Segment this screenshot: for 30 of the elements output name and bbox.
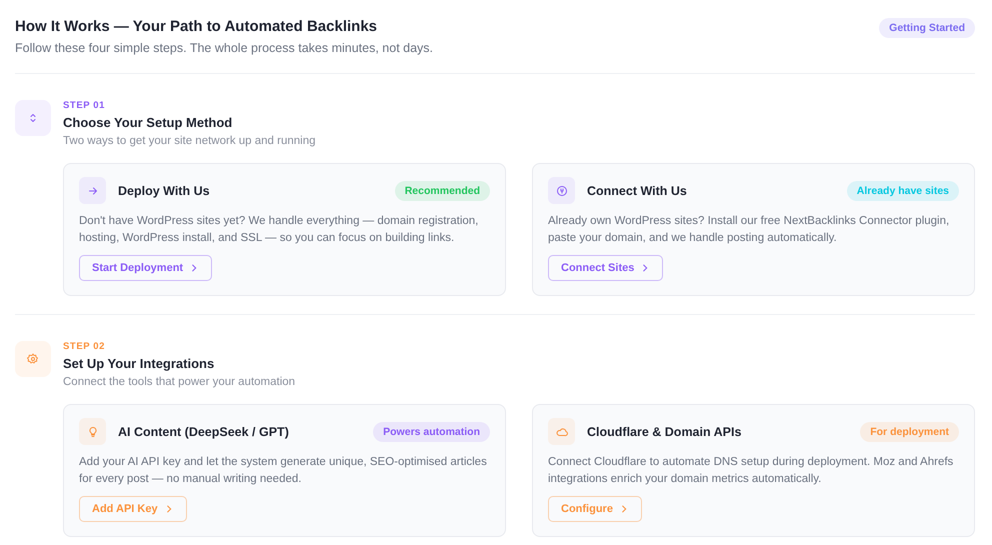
card-title: Cloudflare & Domain APIs [587,424,742,438]
card-description: Connect Cloudflare to automate DNS setup during deployment. Moz and Ahrefs integrations enrich your domain metrics automatically. [548,455,954,487]
step-subtitle: Connect the tools that power your automation [63,376,296,388]
card-description: Add your AI API key and let the system generate unique, SEO-optimised articles for every post — no manual writing needed. [79,455,488,487]
card-title: AI Content (DeepSeek / GPT) [118,424,290,438]
step-label: STEP 02 [63,341,106,352]
status-badge: Getting Started [879,18,975,38]
arrow-right-icon [86,184,98,196]
action-button[interactable]: Add API Key [79,496,187,522]
settings-icon [27,353,39,365]
card-badge: For deployment [860,422,959,442]
lightbulb-icon [86,426,98,438]
page-subtitle: Follow these four simple steps. The whole process takes minutes, not days. [15,41,434,55]
circle-plug-icon [556,184,568,196]
card-badge: Powers automation [373,422,490,442]
step-label: STEP 01 [63,100,106,111]
cloud-icon [556,426,568,438]
card-badge: Already have sites [846,180,959,200]
card-description: Don't have WordPress sites yet? We handle everything — domain registration, hosting, WordPress install, and SSL — so you can focus on building links. [79,214,480,246]
card-badge: Recommended [394,180,490,200]
step-title: Choose Your Setup Method [63,115,234,130]
card-title: Connect With Us [587,184,688,198]
step-title: Set Up Your Integrations [63,356,216,371]
action-button[interactable]: Configure [548,496,642,522]
action-button[interactable]: Start Deployment [79,255,212,281]
step-subtitle: Two ways to get your site network up and running [63,135,317,147]
action-button[interactable]: Connect Sites [548,255,664,281]
card-description: Already own WordPress sites? Install our free NextBacklinks Connector plugin, paste your domain, and we handle posting automatically. [548,214,950,246]
card-title: Deploy With Us [118,184,211,198]
page-title: How It Works — Your Path to Automated Backlinks [15,18,378,35]
